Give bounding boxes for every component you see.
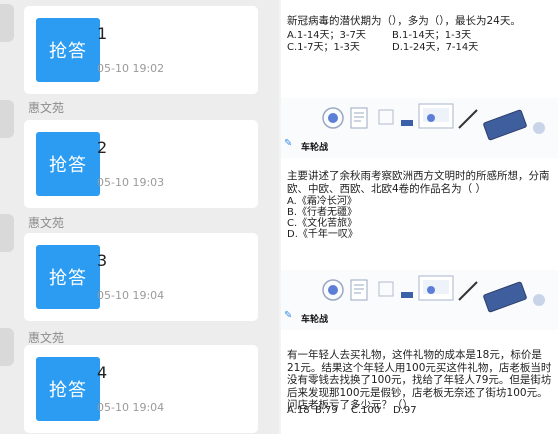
- card-number: 1: [97, 24, 108, 43]
- question-1-option-a: A.1-14天；3-7天: [287, 30, 366, 41]
- quiz-card-1[interactable]: 抢答 1 05-10 19:02: [24, 6, 258, 94]
- quiz-card-4[interactable]: 抢答 4 05-10 19:04: [24, 345, 258, 433]
- question-3-option-b: B.79: [315, 405, 338, 416]
- banner-title: 车轮战: [301, 143, 329, 153]
- card-number: 3: [97, 251, 108, 270]
- card-number: 2: [97, 138, 108, 157]
- question-2-text: 主要讲述了余秋雨考察欧洲西方文明时的所感所想，分南欧、中欧、西欧、北欧4卷的作品…: [287, 170, 550, 195]
- avatar[interactable]: [0, 214, 14, 252]
- question-3-option-a: A.18: [287, 405, 310, 416]
- avatar[interactable]: [0, 328, 14, 366]
- card-time: 05-10 19:02: [97, 62, 165, 75]
- quiz-card-3[interactable]: 抢答 3 05-10 19:04: [24, 233, 258, 321]
- quiz-card-2[interactable]: 抢答 2 05-10 19:03: [24, 120, 258, 208]
- question-3-option-d: D.97: [393, 405, 417, 416]
- question-1-text: 新冠病毒的潜伏期为（），多为（），最长为24天。: [287, 15, 521, 27]
- chat-panel: 抢答 1 05-10 19:02 惠文苑 抢答 2 05-10 19:03 惠文…: [0, 0, 279, 434]
- question-3-option-c: C.100: [351, 405, 381, 416]
- card-time: 05-10 19:04: [97, 289, 165, 302]
- question-1-option-c: C.1-7天；1-3天: [287, 42, 360, 53]
- banner-title: 车轮战: [301, 315, 329, 325]
- banner-2: ✎ 车轮战: [281, 270, 558, 330]
- banner-logo-icon: ✎: [284, 310, 293, 321]
- question-2-option-d: D.《千年一叹》: [287, 229, 358, 240]
- avatar[interactable]: [0, 4, 14, 42]
- question-3-text: 有一年轻人去买礼物，这件礼物的成本是18元，标价是21元。结果这个年轻人用100…: [287, 349, 552, 411]
- question-panel: 新冠病毒的潜伏期为（），多为（），最长为24天。 A.1-14天；3-7天 B.…: [281, 0, 558, 434]
- card-time: 05-10 19:03: [97, 176, 165, 189]
- question-1-option-d: D.1-24天，7-14天: [392, 42, 479, 53]
- card-time: 05-10 19:04: [97, 401, 165, 414]
- avatar[interactable]: [0, 100, 14, 138]
- card-number: 4: [97, 363, 108, 382]
- banner-1: ✎ 车轮战: [281, 98, 558, 158]
- sender-name: 惠文苑: [28, 331, 65, 345]
- sender-name: 惠文苑: [28, 101, 65, 115]
- quick-answer-icon: 抢答: [36, 245, 100, 309]
- banner-logo-icon: ✎: [284, 138, 293, 149]
- quick-answer-icon: 抢答: [36, 357, 100, 421]
- quick-answer-icon: 抢答: [36, 18, 100, 82]
- sender-name: 惠文苑: [28, 216, 65, 230]
- question-1-option-b: B.1-14天；1-3天: [392, 30, 472, 41]
- quick-answer-icon: 抢答: [36, 132, 100, 196]
